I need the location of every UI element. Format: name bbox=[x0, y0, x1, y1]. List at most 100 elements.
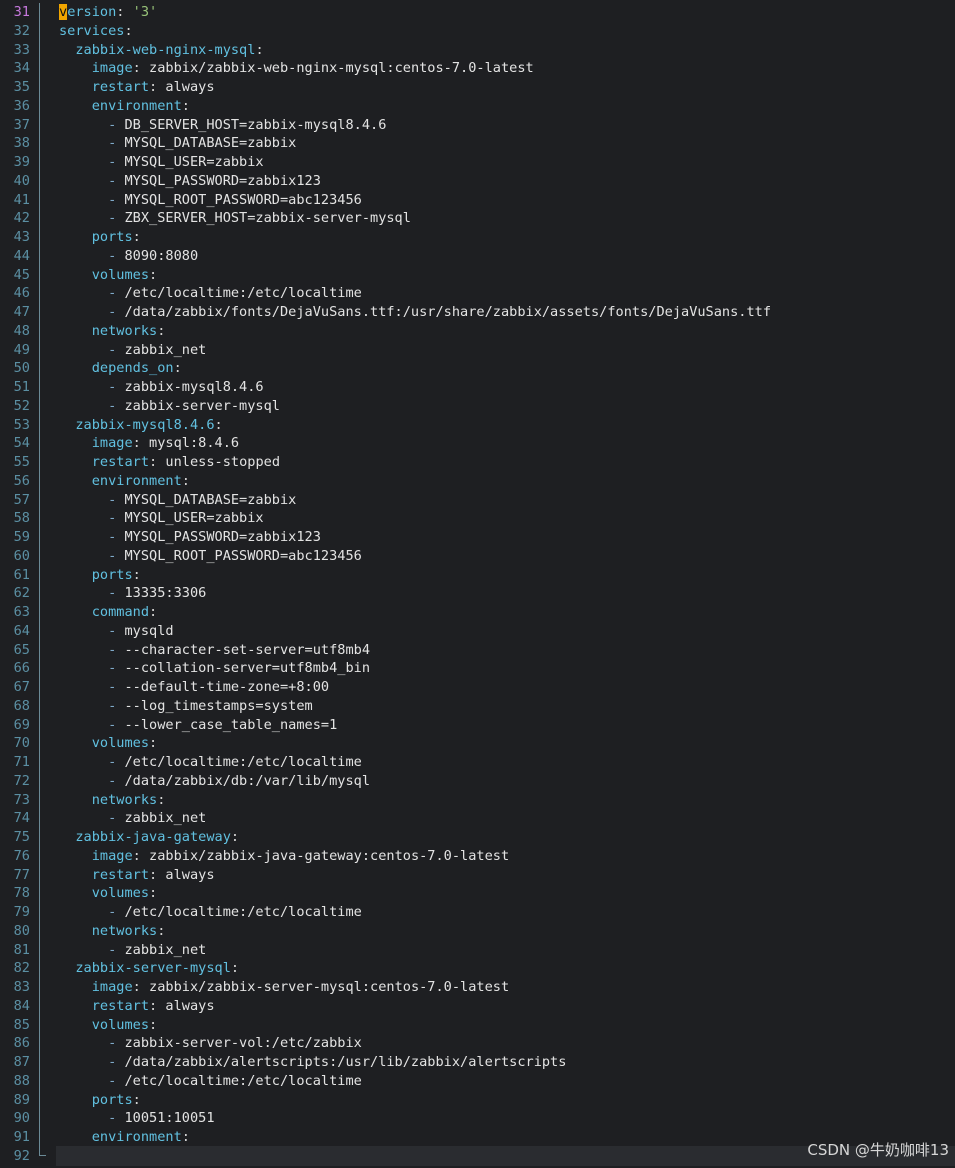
code-line[interactable]: 55 restart: unless-stopped bbox=[0, 453, 955, 472]
list-dash: - bbox=[108, 304, 125, 320]
code-text: - 13335:3306 bbox=[59, 584, 206, 603]
code-line[interactable]: 89 ports: bbox=[0, 1091, 955, 1110]
code-line[interactable]: 41 - MYSQL_ROOT_PASSWORD=abc123456 bbox=[0, 191, 955, 210]
code-line[interactable]: 90 - 10051:10051 bbox=[0, 1109, 955, 1128]
yaml-value: zabbix_net bbox=[124, 810, 207, 827]
list-dash: - bbox=[108, 135, 125, 152]
code-line[interactable]: 34 image: zabbix/zabbix-web-nginx-mysql:… bbox=[0, 59, 955, 78]
code-editor[interactable]: 31 version: '3' 32 services: 33 zabbix-web-n… bbox=[0, 3, 955, 1166]
code-line[interactable]: 39 - MYSQL_USER=zabbix bbox=[0, 153, 955, 172]
code-line[interactable]: 42 - ZBX_SERVER_HOST=zabbix-server-mysql bbox=[0, 209, 955, 228]
code-line[interactable]: 47 - /data/zabbix/fonts/DejaVuSans.ttf:/… bbox=[0, 303, 955, 322]
code-line[interactable]: 62 - 13335:3306 bbox=[0, 584, 955, 603]
line-number: 82 bbox=[13, 960, 30, 977]
line-number: 64 bbox=[13, 622, 30, 639]
code-line[interactable]: 54 image: mysql:8.4.6 bbox=[0, 434, 955, 453]
code-line[interactable]: 52 - zabbix-server-mysql bbox=[0, 397, 955, 416]
code-line[interactable]: 74 - zabbix_net bbox=[0, 809, 955, 828]
code-line[interactable]: 81 - zabbix_net bbox=[0, 941, 955, 960]
yaml-separator: : bbox=[132, 60, 150, 77]
yaml-separator: : bbox=[149, 1016, 158, 1033]
code-line[interactable]: 57 - MYSQL_DATABASE=zabbix bbox=[0, 491, 955, 510]
code-line[interactable]: 43 ports: bbox=[0, 228, 955, 247]
code-line[interactable]: 69 - --lower_case_table_names=1 bbox=[0, 716, 955, 735]
code-line[interactable]: 73 networks: bbox=[0, 791, 955, 810]
code-line[interactable]: 84 restart: always bbox=[0, 997, 955, 1016]
yaml-value: /etc/localtime:/etc/localtime bbox=[124, 1072, 362, 1089]
yaml-separator: : bbox=[157, 322, 166, 339]
code-line[interactable]: 31 version: '3' bbox=[0, 3, 955, 22]
code-line[interactable]: 76 image: zabbix/zabbix-java-gateway:cen… bbox=[0, 847, 955, 866]
code-line[interactable]: 64 - mysqld bbox=[0, 622, 955, 641]
code-text: zabbix-server-mysql: bbox=[59, 959, 239, 978]
code-line[interactable]: 60 - MYSQL_ROOT_PASSWORD=abc123456 bbox=[0, 547, 955, 566]
code-line[interactable]: 35 restart: always bbox=[0, 78, 955, 97]
code-line[interactable]: 40 - MYSQL_PASSWORD=zabbix123 bbox=[0, 172, 955, 191]
line-number: 45 bbox=[13, 266, 30, 283]
list-dash: - bbox=[108, 754, 125, 770]
code-line[interactable]: 85 volumes: bbox=[0, 1016, 955, 1035]
code-text: - zabbix-mysql8.4.6 bbox=[59, 378, 264, 397]
code-line[interactable]: 59 - MYSQL_PASSWORD=zabbix123 bbox=[0, 528, 955, 547]
line-number: 87 bbox=[13, 1054, 30, 1070]
code-text: - --default-time-zone=+8:00 bbox=[59, 678, 329, 697]
code-line[interactable]: 48 networks: bbox=[0, 322, 955, 341]
code-line[interactable]: 36 environment: bbox=[0, 97, 955, 116]
code-text: ports: bbox=[59, 1091, 141, 1110]
code-line[interactable]: 49 - zabbix_net bbox=[0, 341, 955, 360]
code-line[interactable]: 61 ports: bbox=[0, 566, 955, 585]
code-line[interactable]: 77 restart: always bbox=[0, 866, 955, 885]
code-text: networks: bbox=[59, 791, 166, 810]
code-line[interactable]: 78 volumes: bbox=[0, 884, 955, 903]
code-line[interactable]: 67 - --default-time-zone=+8:00 bbox=[0, 678, 955, 697]
code-text: - /etc/localtime:/etc/localtime bbox=[59, 753, 362, 772]
code-line[interactable]: 65 - --character-set-server=utf8mb4 bbox=[0, 641, 955, 660]
code-line[interactable]: 80 networks: bbox=[0, 922, 955, 941]
yaml-value: zabbix-server-mysql bbox=[124, 397, 280, 414]
code-line[interactable]: 71 - /etc/localtime:/etc/localtime bbox=[0, 753, 955, 772]
code-line[interactable]: 83 image: zabbix/zabbix-server-mysql:cen… bbox=[0, 978, 955, 997]
code-line[interactable]: 82 zabbix-server-mysql: bbox=[0, 959, 955, 978]
code-line[interactable]: 33 zabbix-web-nginx-mysql: bbox=[0, 41, 955, 60]
code-text: ports: bbox=[59, 228, 141, 247]
code-line[interactable]: 58 - MYSQL_USER=zabbix bbox=[0, 509, 955, 528]
line-number: 68 bbox=[13, 697, 30, 714]
code-line[interactable]: 37 - DB_SERVER_HOST=zabbix-mysql8.4.6 bbox=[0, 116, 955, 135]
line-number: 66 bbox=[13, 660, 30, 677]
code-line[interactable]: 32 services: bbox=[0, 22, 955, 41]
code-line[interactable]: 38 - MYSQL_DATABASE=zabbix bbox=[0, 134, 955, 153]
code-line[interactable]: 66 - --collation-server=utf8mb4_bin bbox=[0, 659, 955, 678]
line-number: 62 bbox=[13, 585, 30, 602]
code-line[interactable]: 86 - zabbix-server-vol:/etc/zabbix bbox=[0, 1034, 955, 1053]
yaml-key: networks bbox=[91, 791, 158, 808]
yaml-key: image bbox=[91, 60, 133, 77]
code-line[interactable]: 56 environment: bbox=[0, 472, 955, 491]
code-text: - zabbix_net bbox=[59, 941, 206, 960]
code-line[interactable]: 87 - /data/zabbix/alertscripts:/usr/lib/… bbox=[0, 1053, 955, 1072]
code-line[interactable]: 44 - 8090:8080 bbox=[0, 247, 955, 266]
yaml-separator: : bbox=[149, 866, 166, 883]
code-line[interactable]: 51 - zabbix-mysql8.4.6 bbox=[0, 378, 955, 397]
code-text: environment: bbox=[59, 97, 190, 116]
list-dash: - bbox=[108, 397, 125, 414]
code-text: volumes: bbox=[59, 266, 157, 285]
code-line[interactable]: 68 - --log_timestamps=system bbox=[0, 697, 955, 716]
code-line[interactable]: 53 zabbix-mysql8.4.6: bbox=[0, 416, 955, 435]
code-line[interactable]: 46 - /etc/localtime:/etc/localtime bbox=[0, 284, 955, 303]
line-number: 79 bbox=[13, 904, 30, 920]
code-text: volumes: bbox=[59, 1016, 157, 1035]
list-dash: - bbox=[108, 904, 125, 920]
yaml-separator: : bbox=[173, 360, 182, 377]
line-number: 89 bbox=[13, 1091, 30, 1108]
code-line[interactable]: 45 volumes: bbox=[0, 266, 955, 285]
code-line[interactable]: 72 - /data/zabbix/db:/var/lib/mysql bbox=[0, 772, 955, 791]
line-number: 58 bbox=[13, 510, 30, 527]
code-line[interactable]: 70 volumes: bbox=[0, 734, 955, 753]
code-line[interactable]: 75 zabbix-java-gateway: bbox=[0, 828, 955, 847]
code-line[interactable]: 88 - /etc/localtime:/etc/localtime bbox=[0, 1072, 955, 1091]
yaml-value: 10051:10051 bbox=[124, 1110, 215, 1127]
code-line[interactable]: 50 depends_on: bbox=[0, 359, 955, 378]
code-line[interactable]: 63 command: bbox=[0, 603, 955, 622]
code-text: image: zabbix/zabbix-web-nginx-mysql:cen… bbox=[59, 59, 534, 78]
code-line[interactable]: 79 - /etc/localtime:/etc/localtime bbox=[0, 903, 955, 922]
